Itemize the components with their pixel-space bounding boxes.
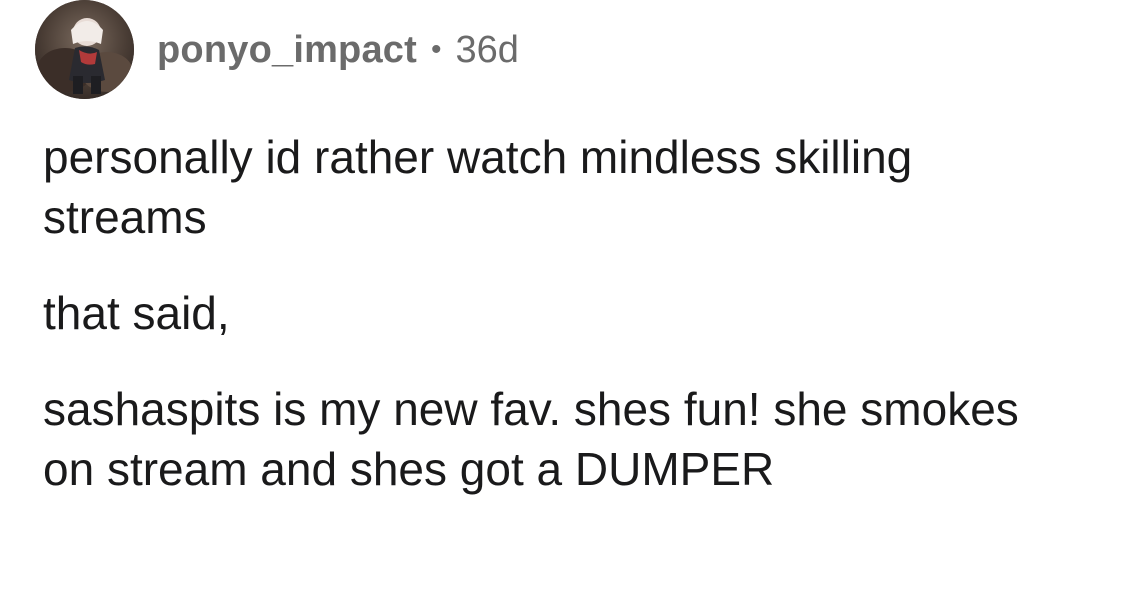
comment-age: 36d — [455, 28, 519, 71]
comment-body: personally id rather watch mindless skil… — [43, 127, 1103, 499]
comment-paragraph: personally id rather watch mindless skil… — [43, 131, 913, 243]
comment-paragraph: sashaspits is my new fav. shes fun! she … — [43, 383, 1019, 495]
avatar-image-icon — [35, 0, 134, 99]
user-avatar[interactable] — [35, 0, 134, 99]
comment-paragraph: that said, — [43, 287, 230, 339]
comment: ponyo_impact • 36d personally id rather … — [0, 0, 1125, 598]
comment-author[interactable]: ponyo_impact — [157, 29, 417, 72]
comment-meta: ponyo_impact • 36d — [157, 25, 519, 75]
meta-separator: • — [431, 33, 442, 66]
